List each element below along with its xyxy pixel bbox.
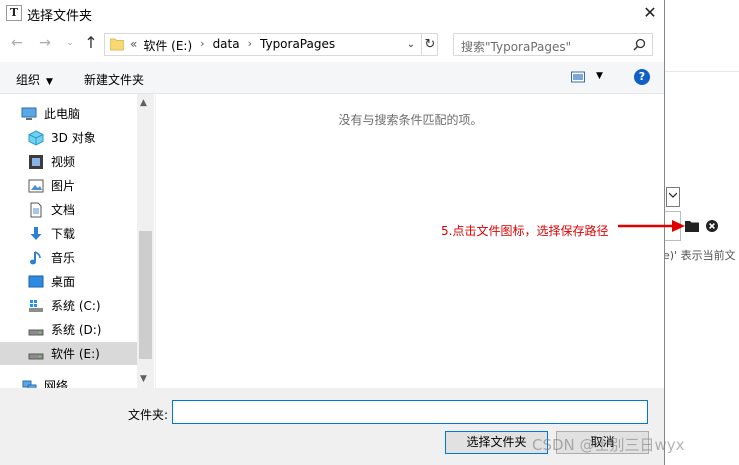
chevron-down-icon[interactable]: ⌄ — [402, 34, 420, 55]
breadcrumb-item[interactable]: data — [213, 37, 240, 54]
forward-arrow-icon[interactable]: → — [37, 35, 53, 51]
tree-item-label: 下载 — [51, 227, 76, 241]
tree-item-software-e[interactable]: 软件 (E:) — [0, 342, 137, 365]
tree-item-label: 系统 (D:) — [51, 323, 102, 337]
nav-pane-scrollbar[interactable]: ▲ ▼ — [137, 94, 154, 388]
breadcrumb-overflow[interactable]: « — [130, 37, 137, 54]
pictures-icon — [28, 179, 44, 192]
up-arrow-icon[interactable]: ↑ — [83, 35, 99, 51]
close-button[interactable]: ✕ — [636, 0, 664, 26]
video-icon — [29, 154, 43, 169]
tree-item-network[interactable]: 网络 — [0, 374, 137, 388]
scroll-down-icon[interactable]: ▼ — [140, 374, 147, 384]
tree-item-label: 文档 — [51, 203, 76, 217]
tree-item-label: 网络 — [44, 379, 69, 388]
tree-item-downloads[interactable]: 下载 — [0, 222, 137, 245]
tree-item-label: 软件 (E:) — [51, 347, 100, 361]
breadcrumb-separator[interactable]: › — [200, 37, 204, 54]
network-icon — [22, 380, 37, 388]
system-drive-icon — [29, 299, 43, 312]
breadcrumb: « 软件 (E:) › data › TyporaPages — [130, 37, 335, 54]
folder-icon — [110, 38, 124, 51]
back-arrow-icon[interactable]: ← — [9, 35, 25, 51]
caret-down-icon: ▼ — [46, 77, 53, 87]
empty-results-message: 没有与搜索条件匹配的项。 — [338, 113, 483, 127]
scroll-up-icon[interactable]: ▲ — [140, 98, 147, 108]
recent-locations-icon[interactable]: ⌄ — [62, 35, 78, 51]
address-row: ← → ⌄ ↑ « 软件 (E:) › data › TyporaPages ⌄… — [0, 26, 664, 62]
search-input[interactable]: 搜索"TyporaPages" — [453, 33, 653, 56]
tree-item-label: 音乐 — [51, 251, 76, 265]
breadcrumb-separator[interactable]: › — [248, 37, 252, 54]
annotation-text: 5.点击文件图标，选择保存路径 — [441, 224, 609, 238]
tree-item-music[interactable]: 音乐 — [0, 246, 137, 269]
background-select[interactable] — [666, 187, 680, 207]
tree-item-system-c[interactable]: 系统 (C:) — [0, 294, 137, 317]
background-hint-text: e)' 表示当前文 — [663, 249, 736, 262]
background-app-header — [663, 0, 739, 72]
scrollbar-thumb[interactable] — [139, 231, 152, 359]
tree-item-label: 图片 — [51, 179, 76, 193]
music-icon — [30, 250, 41, 264]
drive-icon — [28, 353, 44, 359]
drive-icon — [28, 329, 44, 335]
caret-down-icon[interactable]: ▼ — [596, 71, 603, 81]
download-icon — [30, 226, 42, 240]
address-bar[interactable]: « 软件 (E:) › data › TyporaPages ⌄ ↻ — [104, 33, 438, 56]
folder-icon[interactable] — [685, 220, 699, 232]
chevron-down-icon — [669, 192, 677, 198]
view-options-icon[interactable] — [571, 70, 585, 84]
navigation-pane: 此电脑 3D 对象 视频 图片 文档 下载 音乐 桌面 系统 (C:) 系统 (… — [0, 94, 155, 388]
search-icon[interactable] — [633, 38, 646, 51]
tree-item-this-pc[interactable]: 此电脑 — [0, 102, 137, 125]
breadcrumb-item[interactable]: TyporaPages — [260, 37, 335, 54]
new-folder-button[interactable]: 新建文件夹 — [84, 71, 144, 88]
red-arrow-icon — [618, 220, 685, 232]
dialog-title: 选择文件夹 — [27, 9, 93, 24]
typora-app-icon: T — [6, 5, 22, 21]
desktop-icon — [28, 275, 44, 287]
refresh-icon[interactable]: ↻ — [421, 34, 438, 55]
computer-icon — [21, 107, 37, 120]
file-list-area[interactable]: 没有与搜索条件匹配的项。 — [155, 94, 664, 388]
tree-item-label: 系统 (C:) — [51, 299, 101, 313]
folder-name-input[interactable] — [172, 400, 648, 424]
tree-item-desktop[interactable]: 桌面 — [0, 270, 137, 293]
search-placeholder: 搜索"TyporaPages" — [461, 40, 572, 54]
csdn-watermark: CSDN @士别三日wyx — [532, 436, 685, 454]
tree-item-label: 视频 — [51, 155, 76, 169]
tree-item-label: 3D 对象 — [51, 131, 96, 145]
tree-item-system-d[interactable]: 系统 (D:) — [0, 318, 137, 341]
documents-icon — [30, 202, 42, 217]
3d-objects-icon — [28, 129, 44, 146]
breadcrumb-item[interactable]: 软件 (E:) — [143, 37, 192, 54]
tree-item-videos[interactable]: 视频 — [0, 150, 137, 173]
organize-menu[interactable]: 组织 ▼ — [16, 71, 53, 88]
tree-item-documents[interactable]: 文档 — [0, 198, 137, 221]
organize-label: 组织 — [16, 73, 41, 87]
tree-item-label: 桌面 — [51, 275, 76, 289]
clear-icon[interactable] — [706, 220, 718, 232]
tree-item-pictures[interactable]: 图片 — [0, 174, 137, 197]
command-toolbar: 组织 ▼ 新建文件夹 ▼ ? — [0, 62, 664, 94]
folder-label: 文件夹: — [128, 408, 169, 422]
title-bar: T 选择文件夹 ✕ — [0, 0, 664, 26]
help-button[interactable]: ? — [634, 69, 650, 85]
tree-item-3d-objects[interactable]: 3D 对象 — [0, 126, 137, 149]
tree-item-label: 此电脑 — [44, 107, 81, 121]
